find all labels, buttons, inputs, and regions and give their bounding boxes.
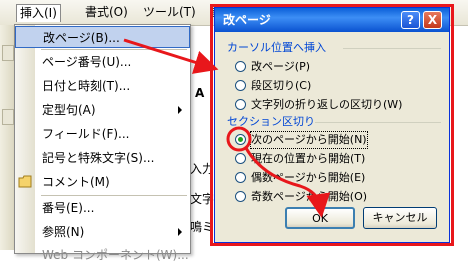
- radio-label: 改ページ(P): [251, 60, 310, 73]
- radio-button-icon: [235, 61, 246, 72]
- radio-column-break[interactable]: 段区切り(C): [235, 78, 435, 94]
- submenu-arrow-icon: [178, 228, 182, 236]
- submenu-arrow-icon: [178, 106, 182, 114]
- dialog-title: 改ページ: [223, 13, 271, 27]
- menu-item-label: Web コンポーネント(W)...: [42, 248, 189, 262]
- menu-format[interactable]: 書式(O): [82, 4, 131, 21]
- menu-item-label: フィールド(F)...: [42, 127, 130, 141]
- menu-item-page-number[interactable]: ページ番号(U)...: [15, 51, 190, 73]
- group-divider: [343, 48, 441, 49]
- menu-item-symbol[interactable]: 記号と特殊文字(S)...: [15, 147, 190, 169]
- toolbar-button-fragment[interactable]: [2, 109, 14, 125]
- radio-next-page[interactable]: 次のページから開始(N): [235, 131, 435, 149]
- help-button[interactable]: ?: [401, 11, 420, 29]
- radio-button-icon: [235, 172, 246, 183]
- dialog-titlebar[interactable]: 改ページ ? X: [215, 8, 449, 32]
- menu-item-label: 参照(N): [42, 225, 85, 239]
- menu-item-label: 番号(E)...: [42, 201, 95, 215]
- menu-tools[interactable]: ツール(T): [140, 4, 199, 21]
- group-divider: [315, 122, 441, 123]
- menu-item-date-time[interactable]: 日付と時刻(T)...: [15, 75, 190, 97]
- radio-button-icon: [235, 191, 246, 202]
- menu-item-label: コメント(M): [42, 175, 110, 189]
- radio-button-icon: [235, 80, 246, 91]
- radio-text-wrapping-break[interactable]: 文字列の折り返しの区切り(W): [235, 97, 435, 113]
- radio-button-icon: [235, 99, 246, 110]
- radio-label: 現在の位置から開始(T): [251, 152, 366, 165]
- cancel-button[interactable]: キャンセル: [363, 207, 437, 229]
- radio-label: 偶数ページから開始(E): [251, 171, 366, 184]
- menu-item-page-break[interactable]: 改ページ(B)...: [15, 26, 190, 48]
- menu-separator: [41, 49, 187, 50]
- close-button[interactable]: X: [423, 11, 442, 29]
- group-insert-at-cursor-label: カーソル位置へ挿入: [227, 41, 326, 54]
- toolbar-strip: [0, 25, 14, 250]
- menu-item-web-component: Web コンポーネント(W)...: [15, 244, 190, 266]
- radio-continuous[interactable]: 現在の位置から開始(T): [235, 151, 435, 167]
- menu-item-comment[interactable]: コメント(M): [15, 171, 190, 193]
- radio-button-icon: [235, 134, 246, 145]
- insert-menu: 改ページ(B)... ページ番号(U)... 日付と時刻(T)... 定型句(A…: [14, 24, 191, 262]
- radio-label: 次のページから開始(N): [250, 131, 368, 149]
- menu-item-label: 日付と時刻(T)...: [42, 79, 131, 93]
- menu-item-autotext[interactable]: 定型句(A): [15, 99, 190, 121]
- page-break-dialog: 改ページ ? X カーソル位置へ挿入 改ページ(P) 段区切り(C) 文字列の折…: [214, 7, 450, 243]
- radio-page-break[interactable]: 改ページ(P): [235, 59, 435, 75]
- menu-item-number[interactable]: 番号(E)...: [15, 197, 190, 219]
- bold-a-icon[interactable]: A: [195, 86, 204, 100]
- menu-insert[interactable]: 挿入(I): [16, 4, 61, 22]
- radio-even-page[interactable]: 偶数ページから開始(E): [235, 170, 435, 186]
- menu-item-label: 定型句(A): [42, 103, 96, 117]
- menu-item-field[interactable]: フィールド(F)...: [15, 123, 190, 145]
- ok-button[interactable]: OK: [285, 207, 355, 229]
- radio-label: 文字列の折り返しの区切り(W): [251, 98, 403, 111]
- comment-icon: [18, 175, 32, 188]
- menu-separator: [41, 195, 187, 196]
- menu-item-label: 改ページ(B)...: [43, 31, 120, 45]
- radio-button-icon: [235, 153, 246, 164]
- menu-item-label: ページ番号(U)...: [42, 55, 132, 69]
- group-section-break-label: セクション区切り: [227, 115, 315, 128]
- menu-item-label: 記号と特殊文字(S)...: [42, 151, 155, 165]
- radio-label: 奇数ページから開始(O): [251, 190, 368, 203]
- radio-label: 段区切り(C): [251, 79, 312, 92]
- toolbar-button-fragment[interactable]: [2, 45, 14, 61]
- menu-item-reference[interactable]: 参照(N): [15, 221, 190, 243]
- radio-odd-page[interactable]: 奇数ページから開始(O): [235, 189, 435, 205]
